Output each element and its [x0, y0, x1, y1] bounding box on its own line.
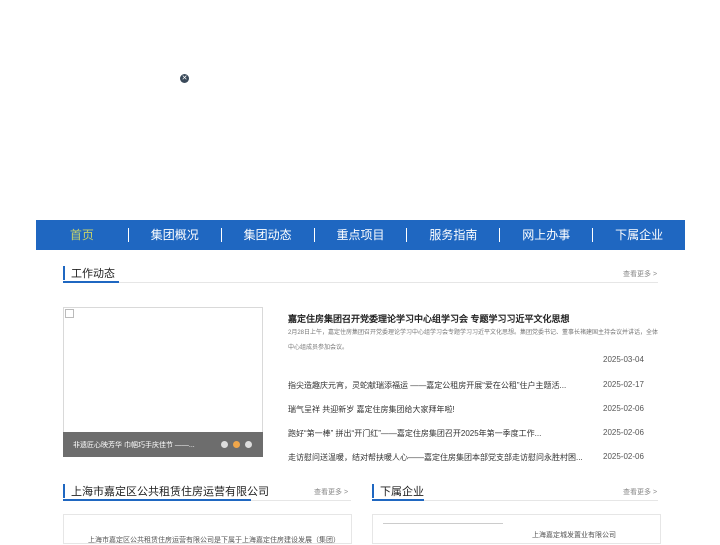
- featured-headline[interactable]: 嘉定住房集团召开党委理论学习中心组学习会 专题学习习近平文化思想: [288, 312, 570, 325]
- broken-image-icon: [65, 309, 74, 318]
- section-underline: [372, 499, 424, 501]
- news-item[interactable]: 走访慰问送温暖，结对帮扶暖人心——嘉定住房集团本部党支部走访慰问永胜村困...: [288, 452, 588, 463]
- featured-date: 2025-03-04: [603, 355, 644, 364]
- section-divider: [251, 500, 351, 501]
- section-underline: [63, 499, 251, 501]
- section-divider: [424, 500, 658, 501]
- subsidiary-section-title: 下属企业: [380, 486, 424, 498]
- subsidiary-name[interactable]: 上海嘉定城发置业有限公司: [532, 530, 616, 540]
- main-nav: 首页 集团概况 集团动态 重点项目 服务指南 网上办事 下属企业: [36, 220, 685, 250]
- nav-item-overview[interactable]: 集团概况: [129, 220, 221, 250]
- news-item[interactable]: 瑞气呈祥 共迎新岁 嘉定住房集团给大家拜年啦!: [288, 404, 588, 415]
- company-section-title: 上海市嘉定区公共租赁住房运营有限公司: [71, 486, 269, 498]
- company-intro-text: 上海市嘉定区公共租赁住房运营有限公司是下属于上海嘉定住房建设发展（集团）: [88, 537, 340, 544]
- close-icon[interactable]: ✕: [180, 74, 189, 83]
- subsidiary-more-link[interactable]: 查看更多 >: [623, 487, 657, 497]
- company-more-link[interactable]: 查看更多 >: [314, 487, 348, 497]
- slide-caption-bar[interactable]: 非遗匠心映芳华 巾帼巧手庆佳节 ——...: [63, 432, 263, 457]
- news-date: 2025-02-17: [603, 380, 644, 389]
- work-more-link[interactable]: 查看更多 >: [623, 269, 657, 279]
- section-bar: [372, 484, 374, 498]
- slide-dot-1[interactable]: [221, 441, 228, 448]
- subsidiary-image-placeholder: [383, 523, 503, 524]
- nav-item-service-guide[interactable]: 服务指南: [407, 220, 499, 250]
- nav-item-online-service[interactable]: 网上办事: [500, 220, 592, 250]
- news-item[interactable]: 指尖造趣庆元宵，灵蛇献瑞添福运 ——嘉定公租房开展“爱在公租”住户主题活...: [288, 380, 588, 391]
- nav-item-home[interactable]: 首页: [36, 220, 128, 250]
- company-section-header: 上海市嘉定区公共租赁住房运营有限公司: [63, 483, 269, 499]
- news-date: 2025-02-06: [603, 428, 644, 437]
- nav-item-news[interactable]: 集团动态: [222, 220, 314, 250]
- section-bar: [63, 484, 65, 498]
- work-section-title: 工作动态: [71, 268, 115, 280]
- section-underline: [63, 281, 119, 283]
- news-date: 2025-02-06: [603, 404, 644, 413]
- nav-item-projects[interactable]: 重点项目: [315, 220, 407, 250]
- work-section-header: 工作动态: [63, 265, 115, 281]
- news-date: 2025-02-06: [603, 452, 644, 461]
- slide-dot-2[interactable]: [233, 441, 240, 448]
- subsidiary-section-header: 下属企业: [372, 483, 424, 499]
- section-divider: [119, 282, 658, 283]
- featured-summary: 2月28日上午，嘉定住房集团召开党委理论学习中心组学习会专题学习习近平文化思想。…: [288, 330, 659, 351]
- news-item[interactable]: 跑好“第一棒” 拼出“开门红”——嘉定住房集团召开2025年第一季度工作...: [288, 428, 588, 439]
- slide-caption: 非遗匠心映芳华 巾帼巧手庆佳节 ——...: [73, 442, 195, 449]
- section-bar: [63, 266, 65, 280]
- slide-dot-3[interactable]: [245, 441, 252, 448]
- nav-item-subsidiaries[interactable]: 下属企业: [593, 220, 685, 250]
